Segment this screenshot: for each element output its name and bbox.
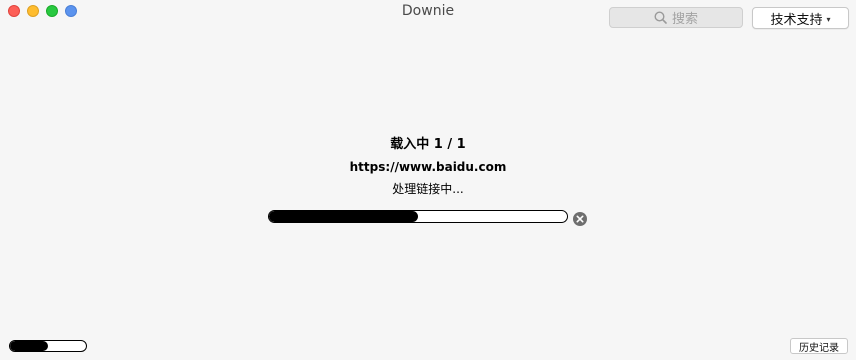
history-label: 历史记录 [799,342,839,354]
loading-count: 载入中 1 / 1 [390,137,466,152]
download-progress-bar [268,210,568,223]
download-status: 载入中 1 / 1 https://www.baidu.com 处理链接中... [0,136,856,197]
downie-window: Downie 搜索 技术支持 ▾ 载入中 1 / 1 https://www.b… [0,0,856,360]
tech-support-button[interactable]: 技术支持 ▾ [752,7,849,29]
download-url: https://www.baidu.com [349,160,507,174]
search-field[interactable]: 搜索 [609,7,743,28]
overall-progress-fill [10,341,48,351]
tech-support-label: 技术支持 [770,12,823,28]
history-button[interactable]: 历史记录 [790,338,848,354]
processing-message: 处理链接中... [392,182,464,196]
overall-progress-bar [9,340,87,352]
chevron-down-icon: ▾ [826,14,831,24]
cancel-icon [573,212,587,226]
cancel-download-button[interactable] [573,211,587,226]
download-progress-fill [269,211,418,222]
search-placeholder: 搜索 [671,12,698,27]
search-icon [654,11,667,24]
